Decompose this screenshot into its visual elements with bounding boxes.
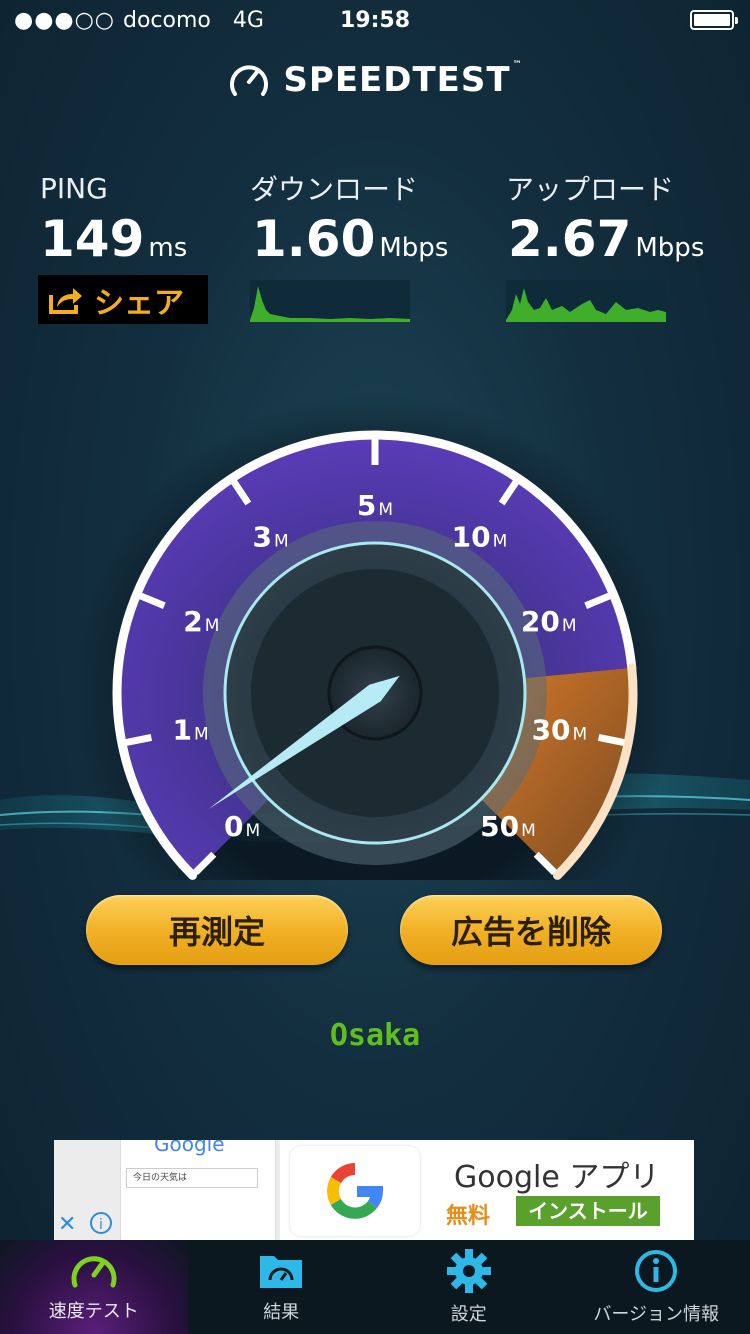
ad-app-screenshot: Google 今日の天気は ✕ i <box>54 1140 280 1240</box>
tab-label: 設定 <box>450 1304 487 1325</box>
upload-unit: Mbps <box>635 233 705 263</box>
upload-label: アップロード <box>506 173 675 206</box>
download-graph <box>250 280 410 322</box>
share-label: シェア <box>94 285 184 321</box>
gauge-tick <box>597 734 625 746</box>
speedometer-icon <box>71 1256 117 1288</box>
tab-label: バージョン情報 <box>593 1304 720 1325</box>
google-app-icon <box>290 1146 420 1236</box>
speed-gauge: 0 M1 M2 M3 M5 M10 M20 M30 M50 M <box>75 393 675 880</box>
upload-value: 2.67 Mbps <box>508 210 705 268</box>
remove-ads-button[interactable]: 広告を削除 <box>400 895 662 965</box>
close-icon[interactable]: ✕ <box>58 1212 76 1237</box>
tab-results[interactable]: 結果 <box>188 1240 376 1334</box>
share-button[interactable]: シェア <box>38 275 208 324</box>
status-bar: ●●●○○ docomo 4G 19:58 <box>0 0 750 40</box>
battery-icon <box>690 10 738 30</box>
status-time: 19:58 <box>339 8 411 33</box>
retest-button[interactable]: 再測定 <box>86 895 348 965</box>
tab-label: 速度テスト <box>48 1301 139 1322</box>
logo-text: SPEEDTEST ™ <box>283 60 523 100</box>
share-icon <box>49 287 82 314</box>
google-g-icon <box>327 1163 383 1219</box>
ad-install-button[interactable]: インストール <box>516 1196 660 1226</box>
ping-value: 149 ms <box>40 210 188 268</box>
speedtest-logo-icon <box>230 65 269 96</box>
download-label: ダウンロード <box>250 173 419 206</box>
tab-bar: 速度テスト 結果 設定 バージョン情報 <box>0 1240 750 1334</box>
app-logo: SPEEDTEST ™ <box>0 60 750 100</box>
ad-screenshot-brand: Google <box>154 1140 225 1156</box>
ad-price: 無料 <box>446 1204 491 1229</box>
tab-about[interactable]: バージョン情報 <box>563 1240 750 1334</box>
info-icon <box>635 1250 678 1292</box>
tab-speed-test[interactable]: 速度テスト <box>0 1240 188 1334</box>
results-folder-icon <box>260 1256 303 1288</box>
download-value: 1.60 Mbps <box>252 210 449 268</box>
tab-settings[interactable]: 設定 <box>375 1240 563 1334</box>
download-unit: Mbps <box>379 233 449 263</box>
ping-label: PING <box>40 172 108 205</box>
upload-graph <box>506 280 666 322</box>
ad-title: Google アプリ <box>454 1160 660 1195</box>
ad-info-icon[interactable]: i <box>90 1212 112 1234</box>
tab-label: 結果 <box>263 1302 300 1323</box>
gauge-tick <box>125 734 153 746</box>
server-location[interactable]: Osaka <box>0 1018 750 1053</box>
ad-screenshot-search: 今日の天気は <box>126 1168 258 1188</box>
ad-banner[interactable]: Google 今日の天気は ✕ i Google アプリ 無料 インストール <box>54 1140 694 1240</box>
gear-icon <box>446 1249 491 1293</box>
ping-unit: ms <box>148 233 188 263</box>
